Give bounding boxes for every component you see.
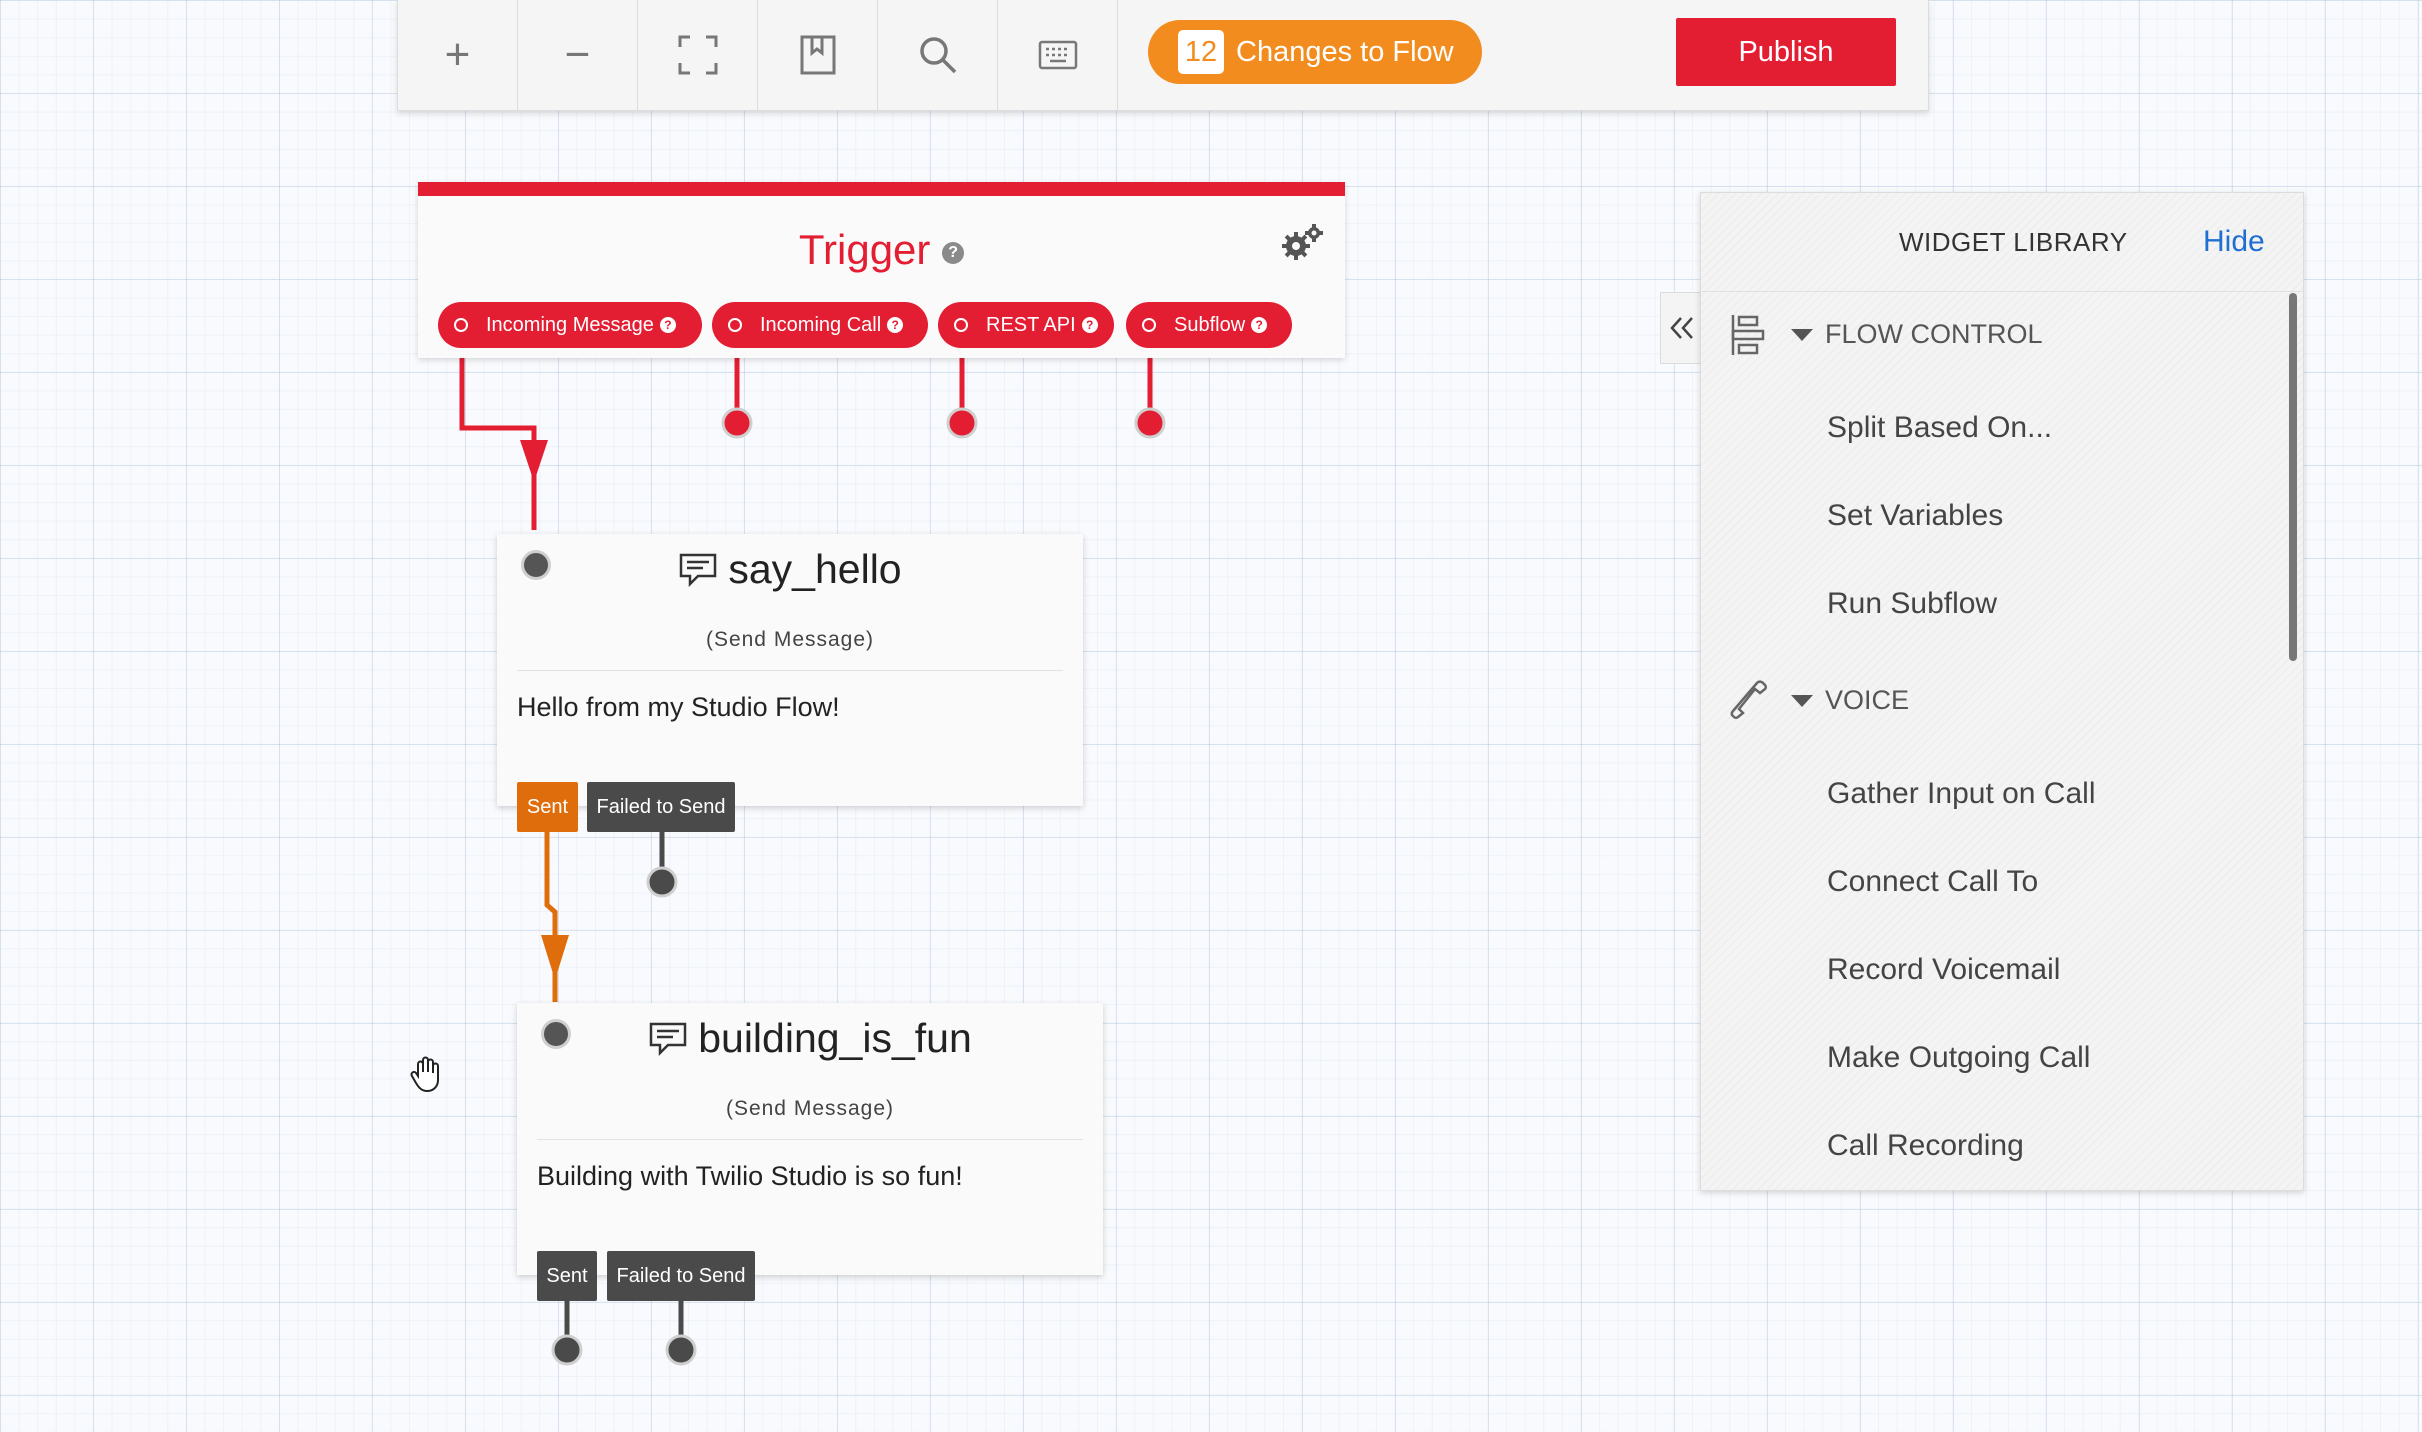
port-ring-icon xyxy=(728,318,742,332)
changes-count-badge: 12 xyxy=(1178,30,1224,74)
fit-to-screen-button[interactable] xyxy=(638,0,758,110)
trigger-incoming-call[interactable]: Incoming Call ? xyxy=(712,302,928,348)
trigger-rest-api[interactable]: REST API ? xyxy=(938,302,1114,348)
trigger-incoming-message[interactable]: Incoming Message ? xyxy=(438,302,702,348)
canvas-toolbar: + − 12 Changes to Flow Publish xyxy=(397,0,1929,111)
changes-label: Changes to Flow xyxy=(1236,35,1454,68)
library-item-gather-input-on-call[interactable]: Gather Input on Call xyxy=(1827,777,2096,811)
trigger-title: Trigger xyxy=(798,226,931,273)
help-icon: ? xyxy=(659,317,676,333)
message-body: Hello from my Studio Flow! xyxy=(517,692,840,722)
bookmark-button[interactable] xyxy=(758,0,878,110)
widget-say-hello[interactable]: say_hello (Send Message) Hello from my S… xyxy=(497,534,1083,806)
widget-title-row: building_is_fun xyxy=(517,1015,1103,1062)
output-sent[interactable]: Sent xyxy=(517,782,578,832)
section-title: VOICE xyxy=(1825,685,1910,715)
plus-icon: + xyxy=(444,30,471,79)
widget-type: (Send Message) xyxy=(725,1097,895,1120)
help-icon: ? xyxy=(1081,317,1098,333)
hide-library-link[interactable]: Hide xyxy=(2203,225,2265,259)
phone-icon xyxy=(1730,680,1767,719)
output-failed-to-send[interactable]: Failed to Send xyxy=(587,782,735,832)
changes-to-flow-button[interactable]: 12 Changes to Flow xyxy=(1148,20,1482,84)
library-item-call-recording[interactable]: Call Recording xyxy=(1827,1129,2024,1163)
bookmark-icon xyxy=(800,35,835,75)
output-failed-to-send[interactable]: Failed to Send xyxy=(607,1251,755,1301)
keyboard-icon xyxy=(1038,40,1077,70)
search-icon xyxy=(919,37,956,74)
library-item-connect-call-to[interactable]: Connect Call To xyxy=(1827,865,2038,899)
caret-down-icon xyxy=(1791,694,1813,707)
widget-building-is-fun[interactable]: building_is_fun (Send Message) Building … xyxy=(517,1003,1103,1275)
port-ring-icon xyxy=(454,318,468,332)
trigger-label: Incoming Call xyxy=(760,313,882,336)
hand-cursor-icon xyxy=(410,1056,439,1093)
trigger-label: Subflow xyxy=(1174,313,1246,336)
trigger-label: Incoming Message xyxy=(486,313,654,336)
zoom-out-button[interactable]: − xyxy=(518,0,638,110)
trigger-title-row: Trigger ? xyxy=(418,226,1345,274)
library-scrollbar[interactable] xyxy=(2289,293,2297,661)
message-body: Building with Twilio Studio is so fun! xyxy=(537,1161,963,1191)
library-item-split-based-on[interactable]: Split Based On... xyxy=(1827,411,2052,445)
message-bubble-icon xyxy=(680,553,717,587)
divider xyxy=(517,670,1063,671)
publish-button[interactable]: Publish xyxy=(1676,18,1896,86)
help-icon: ? xyxy=(1251,317,1268,333)
library-title: WIDGET LIBRARY xyxy=(1899,227,2128,257)
message-bubble-icon xyxy=(649,1022,687,1056)
zoom-in-button[interactable]: + xyxy=(398,0,518,110)
flow-control-icon xyxy=(1731,315,1765,355)
trigger-label: REST API xyxy=(986,313,1076,336)
port-ring-icon xyxy=(954,318,968,332)
library-item-run-subflow[interactable]: Run Subflow xyxy=(1827,587,1997,621)
widget-type: (Send Message) xyxy=(705,628,875,651)
settings-gears-icon[interactable] xyxy=(1280,222,1326,264)
fullscreen-icon xyxy=(678,35,717,75)
library-item-set-variables[interactable]: Set Variables xyxy=(1827,499,2003,533)
section-voice[interactable]: VOICE xyxy=(1791,685,1909,716)
widget-name: say_hello xyxy=(728,546,902,592)
trigger-subflow[interactable]: Subflow ? xyxy=(1126,302,1292,348)
section-flow-control[interactable]: FLOW CONTROL xyxy=(1791,319,2043,350)
section-title: FLOW CONTROL xyxy=(1825,319,2043,349)
library-item-record-voicemail[interactable]: Record Voicemail xyxy=(1827,953,2060,987)
library-header: WIDGET LIBRARY Hide xyxy=(1701,193,2303,292)
output-sent[interactable]: Sent xyxy=(537,1251,597,1301)
help-icon[interactable]: ? xyxy=(942,241,965,264)
widget-title-row: say_hello xyxy=(497,546,1083,593)
help-icon: ? xyxy=(887,317,904,333)
minus-icon: − xyxy=(564,30,591,79)
port-ring-icon xyxy=(1142,318,1156,332)
widget-library-panel: WIDGET LIBRARY Hide FLOW CONTROL Split B… xyxy=(1700,192,2304,1191)
search-button[interactable] xyxy=(878,0,998,110)
collapse-library-tab[interactable] xyxy=(1660,292,1702,364)
keyboard-shortcuts-button[interactable] xyxy=(998,0,1118,110)
double-chevron-left-icon xyxy=(1669,317,1693,339)
library-item-make-outgoing-call[interactable]: Make Outgoing Call xyxy=(1827,1041,2090,1075)
widget-name: building_is_fun xyxy=(698,1015,972,1061)
divider xyxy=(537,1139,1083,1140)
trigger-widget[interactable]: Trigger ? Incoming Message ? Incoming Ca… xyxy=(418,182,1345,358)
caret-down-icon xyxy=(1791,328,1813,341)
